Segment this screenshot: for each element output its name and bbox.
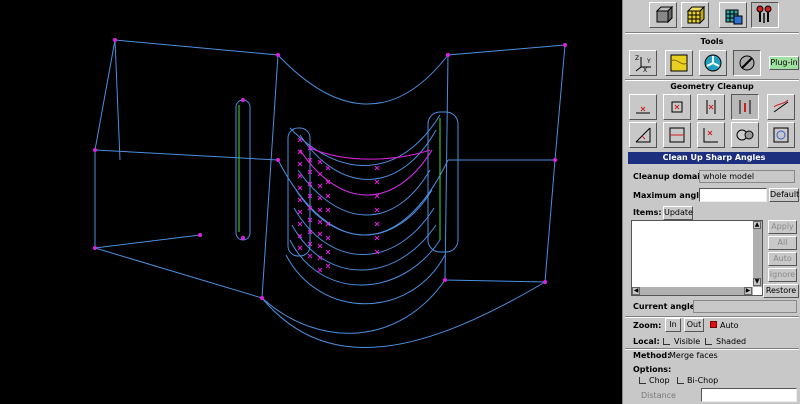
control-panel: Tools ZYX Plug-in Geometry Cleanup Clean… bbox=[622, 0, 800, 404]
geometry-cleanup-title: Geometry Cleanup bbox=[670, 82, 754, 91]
svg-text:Y: Y bbox=[646, 58, 651, 65]
cleanup-volumes-icon[interactable] bbox=[767, 122, 795, 148]
auto-button[interactable]: Auto bbox=[768, 252, 797, 266]
divider bbox=[625, 316, 799, 318]
left-box-outline bbox=[94, 39, 279, 299]
cleanup-holes-icon[interactable] bbox=[697, 122, 725, 148]
axes-icon[interactable]: ZYX bbox=[629, 50, 657, 76]
ignore-button[interactable]: Ignore bbox=[768, 268, 797, 282]
zoom-auto-checkbox[interactable] bbox=[710, 321, 717, 328]
model-wireframe bbox=[93, 38, 567, 349]
bichop-label: Bi-Chop bbox=[687, 376, 719, 385]
update-button[interactable]: Update bbox=[663, 206, 693, 220]
zones-icon[interactable] bbox=[719, 2, 747, 28]
items-label: Items: bbox=[633, 208, 662, 217]
bichop-checkbox[interactable] bbox=[677, 377, 684, 384]
max-angle-label: Maximum angle bbox=[633, 191, 705, 200]
svg-text:Z: Z bbox=[635, 55, 639, 62]
cleanup-split-icon[interactable] bbox=[767, 94, 795, 120]
options-label: Options: bbox=[633, 365, 672, 374]
turbo-icon[interactable] bbox=[699, 50, 727, 76]
apply-button[interactable]: Apply bbox=[768, 220, 797, 234]
chop-label: Chop bbox=[649, 376, 670, 385]
shaded-checkbox[interactable] bbox=[705, 338, 712, 345]
current-angle-field bbox=[693, 300, 797, 313]
divider bbox=[625, 348, 799, 350]
cleanup-short-edges-icon[interactable] bbox=[697, 94, 725, 120]
form-title: Clean Up Sharp Angles bbox=[628, 152, 800, 164]
visible-label: Visible bbox=[674, 337, 701, 346]
scroll-left-arrow[interactable]: ◀ bbox=[632, 287, 640, 295]
chop-checkbox[interactable] bbox=[639, 377, 646, 384]
list-horizontal-scrollbar[interactable]: ◀ ▶ bbox=[632, 287, 753, 295]
plugin-button[interactable]: Plug-in bbox=[769, 56, 799, 70]
method-label: Method: bbox=[633, 351, 671, 360]
list-vertical-scrollbar[interactable]: ▲ ▼ bbox=[753, 221, 762, 287]
operations-icon[interactable] bbox=[751, 2, 779, 28]
mesh-icon[interactable] bbox=[681, 2, 709, 28]
cleanup-tool-icon[interactable] bbox=[733, 50, 761, 76]
default-button[interactable]: Default bbox=[769, 188, 799, 202]
cleanup-small-edges-icon[interactable] bbox=[629, 94, 657, 120]
current-angle-label: Current angle bbox=[633, 302, 696, 311]
max-angle-input[interactable] bbox=[699, 188, 767, 202]
cleanup-sharp-angles-icon[interactable] bbox=[731, 94, 759, 120]
right-box-outline bbox=[444, 44, 566, 283]
svg-text:X: X bbox=[643, 67, 647, 73]
cleanup-merge-icon[interactable] bbox=[663, 122, 691, 148]
shaded-label: Shaded bbox=[716, 337, 747, 346]
method-value: Merge faces bbox=[669, 351, 718, 360]
zoom-in-button[interactable]: In bbox=[665, 318, 681, 332]
divider bbox=[625, 32, 799, 34]
scroll-right-arrow[interactable]: ▶ bbox=[744, 287, 752, 295]
distance-label: Distance bbox=[641, 391, 676, 400]
cleanup-repair-icon[interactable] bbox=[731, 122, 759, 148]
surface-icon[interactable] bbox=[665, 50, 693, 76]
scroll-down-arrow[interactable]: ▼ bbox=[753, 278, 761, 286]
scroll-up-arrow[interactable]: ▲ bbox=[753, 221, 761, 229]
items-list[interactable]: ▲ ▼ ◀ ▶ bbox=[631, 220, 763, 296]
visible-checkbox[interactable] bbox=[663, 338, 670, 345]
cleanup-domain-label: Cleanup domain bbox=[633, 172, 706, 181]
cleanup-domain-field[interactable]: whole model bbox=[699, 170, 795, 183]
geometry-icon[interactable] bbox=[649, 2, 677, 28]
zoom-out-button[interactable]: Out bbox=[684, 318, 704, 332]
cleanup-hard-edges-icon[interactable] bbox=[629, 122, 657, 148]
zoom-label: Zoom: bbox=[633, 321, 662, 330]
restore-button[interactable]: Restore bbox=[763, 284, 799, 298]
cleanup-small-faces-icon[interactable] bbox=[663, 94, 691, 120]
local-label: Local: bbox=[633, 337, 660, 346]
vertex-markers bbox=[93, 38, 567, 300]
tools-title: Tools bbox=[700, 37, 724, 46]
zoom-auto-label: Auto bbox=[720, 321, 739, 330]
distance-input[interactable] bbox=[701, 388, 797, 402]
divider bbox=[625, 79, 799, 81]
graphics-viewport[interactable] bbox=[0, 0, 622, 404]
all-button[interactable]: All bbox=[768, 236, 797, 250]
